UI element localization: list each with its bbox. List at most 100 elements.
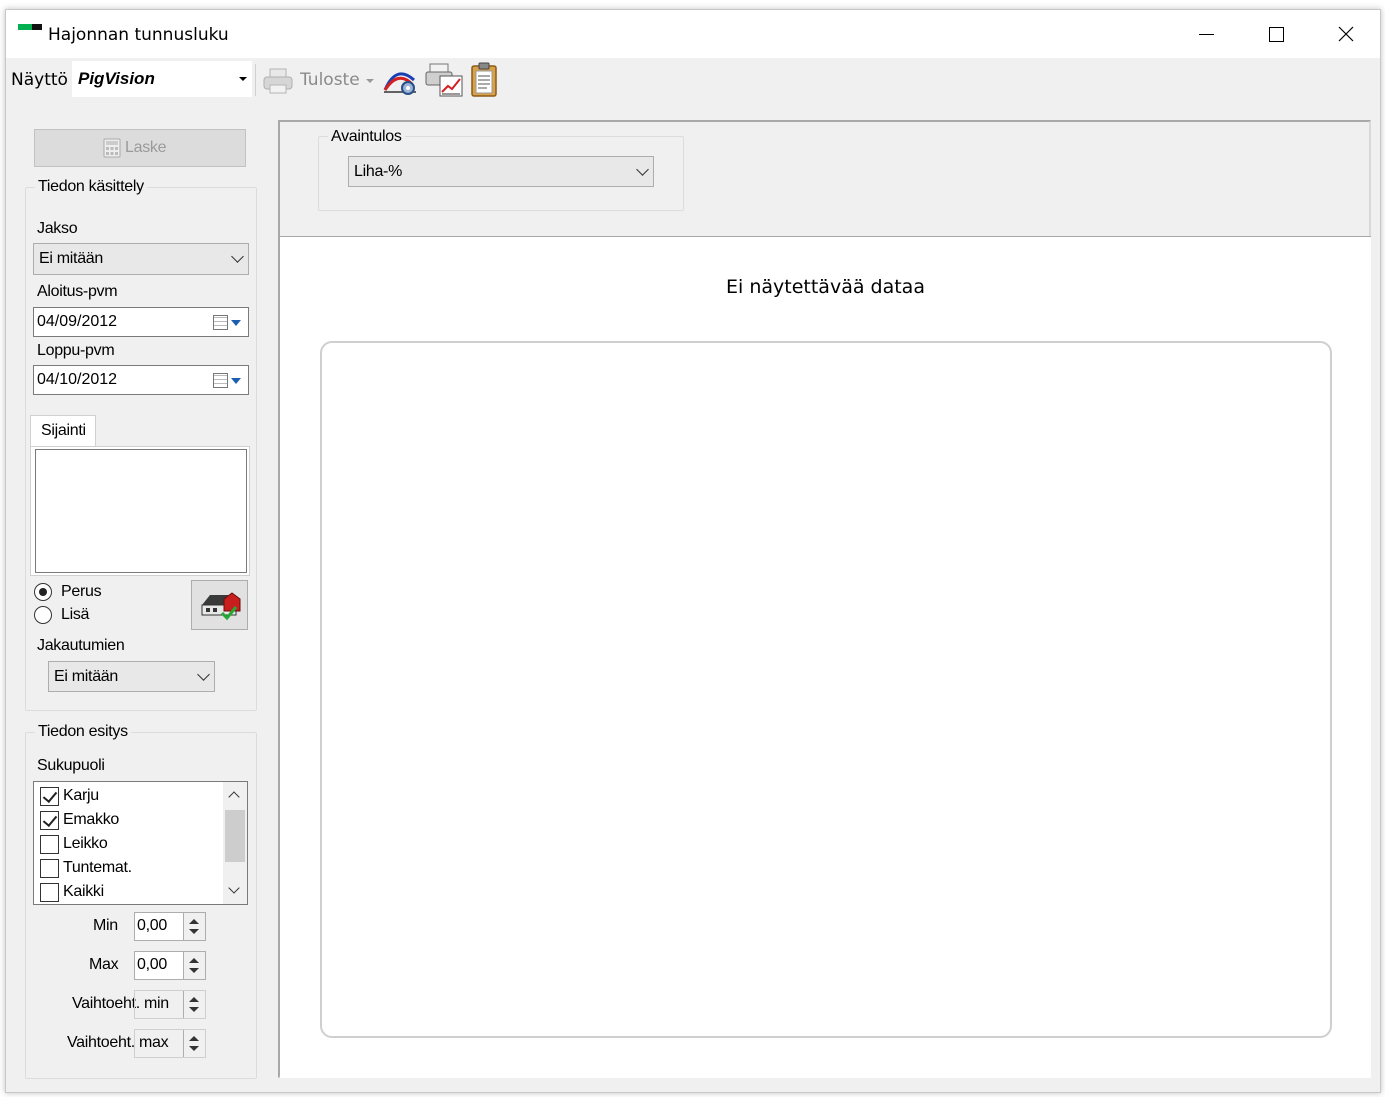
- alt-min-stepper[interactable]: [134, 990, 206, 1019]
- radio-extra-label: Lisä: [61, 606, 90, 623]
- close-button[interactable]: [1311, 10, 1381, 58]
- key-result-title: Avaintulos: [328, 128, 405, 146]
- gender-label: Sukupuoli: [37, 757, 105, 774]
- scroll-up-icon[interactable]: [228, 791, 240, 803]
- max-value: 0,00: [137, 956, 167, 973]
- print-chart-button[interactable]: [424, 62, 464, 98]
- close-icon: [1338, 26, 1354, 42]
- calculate-label: Laske: [125, 139, 167, 156]
- calculator-icon: [103, 138, 121, 158]
- gender-checkbox[interactable]: [40, 883, 59, 902]
- printer-icon: [263, 68, 293, 94]
- display-label: Näyttö: [11, 70, 68, 90]
- end-date-value: 04/10/2012: [37, 371, 118, 388]
- minimize-icon: [1198, 33, 1214, 35]
- app-window: Hajonnan tunnusluku Näyttö PigVision Tul…: [5, 9, 1381, 1093]
- end-date-field[interactable]: 04/10/2012: [33, 365, 249, 395]
- list-item[interactable]: Tuntemat.: [40, 858, 220, 880]
- scrollbar[interactable]: [223, 782, 247, 904]
- farm-select-button[interactable]: [191, 580, 248, 630]
- chart-area: Ei näytettävää dataa: [280, 236, 1371, 1078]
- radio-extra[interactable]: [34, 606, 52, 624]
- key-result-dropdown[interactable]: Liha-%: [348, 156, 654, 187]
- max-stepper[interactable]: 0,00: [134, 951, 206, 980]
- processing-group-title: Tiedon käsittely: [35, 178, 147, 196]
- gender-label-text: Kaikki: [63, 883, 104, 900]
- list-item[interactable]: Leikko: [40, 834, 220, 856]
- chevron-down-icon: [366, 79, 374, 83]
- start-date-label: Aloitus-pvm: [37, 283, 118, 300]
- distribution-dropdown[interactable]: Ei mitään: [48, 661, 215, 692]
- location-list[interactable]: [35, 449, 247, 573]
- calendar-icon[interactable]: [213, 373, 228, 388]
- window-title: Hajonnan tunnusluku: [48, 25, 229, 45]
- clipboard-button[interactable]: [468, 62, 502, 98]
- maximize-button[interactable]: [1241, 10, 1311, 58]
- display-dropdown[interactable]: PigVision: [72, 61, 252, 97]
- list-item[interactable]: Karju: [40, 786, 220, 808]
- spin-buttons[interactable]: [183, 913, 205, 940]
- calculate-button[interactable]: Laske: [34, 129, 246, 167]
- chart-settings-icon: [383, 72, 416, 95]
- gender-checkbox[interactable]: [40, 859, 59, 878]
- radio-basic-label: Perus: [61, 583, 102, 600]
- list-item[interactable]: Kaikki: [40, 882, 220, 904]
- chart-plot-frame: [320, 341, 1332, 1038]
- no-data-message: Ei näytettävää dataa: [726, 276, 925, 298]
- spin-buttons[interactable]: [183, 991, 205, 1018]
- alt-max-stepper[interactable]: [134, 1029, 206, 1058]
- start-date-value: 04/09/2012: [37, 313, 118, 330]
- minimize-button[interactable]: [1171, 10, 1241, 58]
- chart-settings-button[interactable]: [382, 62, 420, 98]
- scroll-down-icon[interactable]: [228, 882, 240, 894]
- clipboard-icon: [471, 62, 497, 97]
- gender-checkbox[interactable]: [40, 835, 59, 854]
- gender-list[interactable]: Karju Emakko Leikko Tuntemat. Kaikki: [33, 781, 248, 905]
- gender-label-text: Karju: [63, 787, 99, 804]
- distribution-value: Ei mitään: [54, 667, 118, 685]
- distribution-label: Jakautumien: [37, 637, 125, 654]
- min-value: 0,00: [137, 917, 167, 934]
- farm-check-icon: [201, 592, 241, 621]
- print-button[interactable]: Tuloste: [260, 62, 376, 98]
- chevron-down-icon: [197, 667, 210, 681]
- chevron-down-icon: [231, 320, 241, 326]
- gender-checkbox[interactable]: [40, 811, 59, 830]
- app-icon: [18, 24, 42, 32]
- gender-checkbox[interactable]: [40, 787, 59, 806]
- print-chart-icon: [425, 63, 463, 97]
- chevron-down-icon: [231, 250, 244, 263]
- gender-label-text: Emakko: [63, 811, 119, 828]
- toolbar: Näyttö PigVision Tuloste: [6, 58, 1380, 104]
- tab-location-label: Sijainti: [41, 422, 86, 439]
- tab-location[interactable]: Sijainti: [30, 415, 96, 447]
- chevron-down-icon: [636, 162, 649, 176]
- period-label: Jakso: [37, 220, 78, 237]
- max-label: Max: [89, 956, 119, 973]
- period-value: Ei mitään: [39, 250, 103, 267]
- min-stepper[interactable]: 0,00: [134, 912, 206, 941]
- display-value: PigVision: [78, 69, 155, 88]
- spin-buttons[interactable]: [183, 952, 205, 979]
- gender-label-text: Tuntemat.: [63, 859, 132, 876]
- location-panel: [30, 446, 250, 576]
- end-date-label: Loppu-pvm: [37, 342, 115, 359]
- presentation-group-title: Tiedon esitys: [35, 723, 131, 741]
- gender-label-text: Leikko: [63, 835, 108, 852]
- print-label: Tuloste: [300, 70, 360, 90]
- main-panel: Avaintulos Liha-% Ei näytettävää dataa: [278, 120, 1371, 1078]
- key-result-value: Liha-%: [354, 162, 403, 180]
- spin-buttons[interactable]: [183, 1030, 205, 1057]
- title-bar: Hajonnan tunnusluku: [6, 10, 1380, 58]
- start-date-field[interactable]: 04/09/2012: [33, 307, 249, 337]
- chevron-down-icon: [231, 378, 241, 384]
- calendar-icon[interactable]: [213, 315, 228, 330]
- min-label: Min: [93, 917, 118, 934]
- toolbar-separator: [255, 64, 256, 96]
- maximize-icon: [1268, 26, 1284, 42]
- chevron-down-icon: [239, 77, 247, 81]
- list-item[interactable]: Emakko: [40, 810, 220, 832]
- period-dropdown[interactable]: Ei mitään: [33, 243, 249, 275]
- scrollbar-thumb[interactable]: [225, 810, 245, 862]
- radio-basic[interactable]: [34, 583, 52, 601]
